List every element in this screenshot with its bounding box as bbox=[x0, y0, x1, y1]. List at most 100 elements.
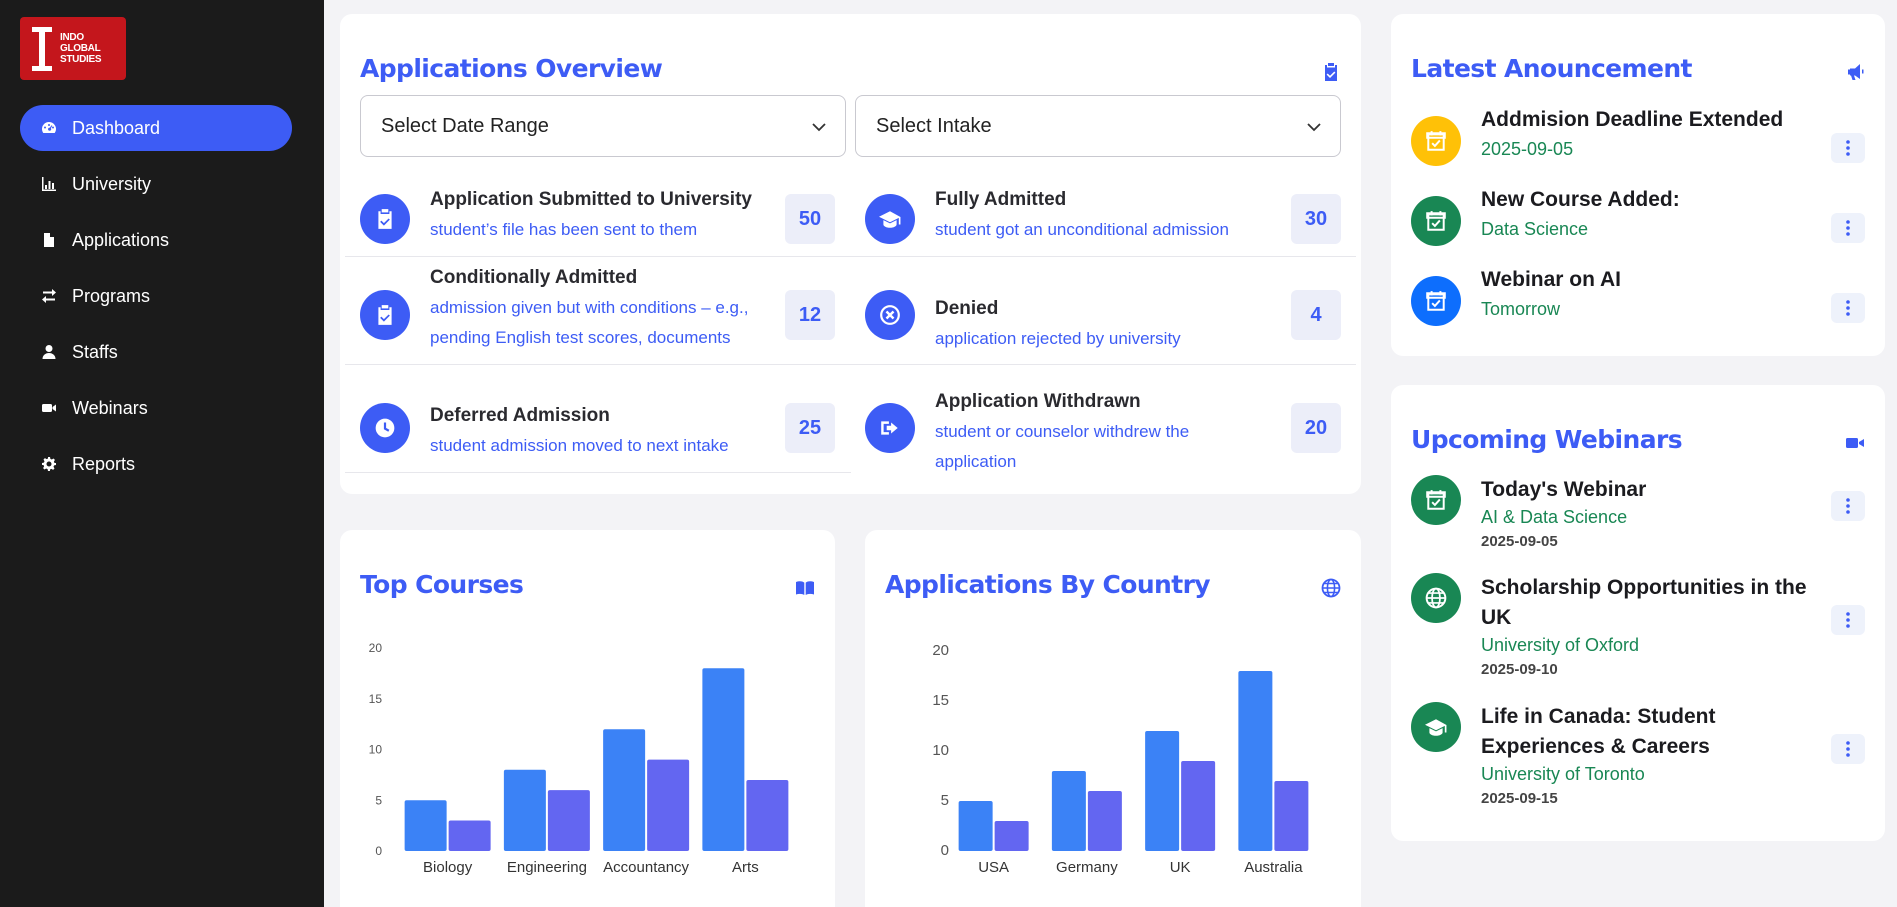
x-tick-label: Accountancy bbox=[603, 859, 689, 876]
divider bbox=[345, 472, 851, 473]
sidebar-item-applications[interactable]: Applications bbox=[20, 217, 292, 263]
x-tick-label: Australia bbox=[1244, 859, 1303, 876]
announcement-item[interactable]: Webinar on AI Tomorrow bbox=[1411, 265, 1865, 331]
y-tick-label: 10 bbox=[932, 742, 949, 759]
stat-desc: admission given but with conditions – e.… bbox=[430, 298, 749, 347]
stat-title: Conditionally Admitted bbox=[430, 267, 638, 288]
sidebar-item-label: University bbox=[72, 173, 152, 194]
sidebar-item-dashboard[interactable]: Dashboard bbox=[20, 105, 292, 151]
bar bbox=[647, 759, 690, 851]
kebab-icon bbox=[1846, 741, 1850, 757]
card-title: Upcoming Webinars bbox=[1411, 425, 1683, 454]
sidebar-item-label: Applications bbox=[72, 229, 170, 250]
video-icon bbox=[40, 399, 58, 417]
stat-count: 20 bbox=[1291, 403, 1341, 453]
webinar-title: Life in Canada: Student Experiences & Ca… bbox=[1481, 705, 1716, 758]
applications-by-country-chart: 0 5 10 15 20 USA Germany UK Australia bbox=[932, 642, 1309, 876]
bar bbox=[1145, 731, 1180, 851]
calendar-check-icon bbox=[1411, 196, 1461, 246]
bar bbox=[1274, 781, 1309, 851]
bar bbox=[746, 779, 789, 851]
announcement-item[interactable]: Addmision Deadline Extended 2025-09-05 bbox=[1411, 105, 1865, 171]
intake-value: Select Intake bbox=[876, 114, 992, 137]
globe-icon bbox=[1411, 573, 1461, 623]
bar-chart-icon bbox=[40, 175, 58, 193]
more-options-button[interactable] bbox=[1831, 293, 1865, 323]
stat-title: Deferred Admission bbox=[430, 405, 610, 426]
webinar-date: 2025-09-10 bbox=[1481, 661, 1558, 678]
x-tick-label: USA bbox=[978, 859, 1009, 876]
stat-submitted[interactable]: Application Submitted to University stud… bbox=[360, 189, 836, 249]
sidebar-item-programs[interactable]: Programs bbox=[20, 273, 292, 319]
more-options-button[interactable] bbox=[1831, 491, 1865, 521]
more-options-button[interactable] bbox=[1831, 605, 1865, 635]
announcement-item[interactable]: New Course Added: Data Science bbox=[1411, 185, 1865, 251]
graduation-cap-icon bbox=[865, 194, 915, 244]
applications-by-country-card: Applications By Country 0 5 10 15 20 USA Germa… bbox=[865, 530, 1361, 907]
date-range-select[interactable]: Select Date Range bbox=[360, 95, 846, 157]
bar bbox=[1238, 671, 1273, 851]
clipboard-check-icon bbox=[360, 194, 410, 244]
bar bbox=[702, 668, 745, 851]
bar bbox=[503, 769, 546, 851]
sidebar-item-staffs[interactable]: Staffs bbox=[20, 329, 292, 375]
card-title: Applications Overview bbox=[360, 54, 663, 83]
webinar-title: Scholarship Opportunities in the UK bbox=[1481, 576, 1807, 629]
bar bbox=[994, 821, 1029, 851]
applications-overview-card: Applications Overview Select Date Range … bbox=[340, 14, 1361, 494]
webinar-item[interactable]: Scholarship Opportunities in the UK Univ… bbox=[1411, 573, 1865, 683]
calendar-check-icon bbox=[1411, 276, 1461, 326]
bar bbox=[1181, 761, 1216, 851]
brand-logo[interactable]: INDO GLOBAL STUDIES bbox=[20, 17, 126, 80]
stat-title: Application Withdrawn bbox=[935, 391, 1141, 412]
video-icon bbox=[1845, 433, 1865, 453]
sidebar-item-webinars[interactable]: Webinars bbox=[20, 385, 292, 431]
sidebar-item-label: Staffs bbox=[72, 341, 118, 362]
y-tick-label: 0 bbox=[375, 844, 382, 858]
chevron-down-icon bbox=[812, 123, 826, 132]
stat-denied[interactable]: Denied application rejected by universit… bbox=[865, 267, 1341, 363]
graduation-cap-icon bbox=[1411, 702, 1461, 752]
kebab-icon bbox=[1846, 612, 1850, 628]
gear-icon bbox=[40, 455, 58, 473]
kebab-icon bbox=[1846, 220, 1850, 236]
clock-icon bbox=[360, 403, 410, 453]
sidebar: INDO GLOBAL STUDIES Dashboard University… bbox=[0, 0, 324, 907]
sign-out-icon bbox=[865, 403, 915, 453]
date-range-value: Select Date Range bbox=[381, 114, 549, 137]
chevron-down-icon bbox=[1307, 123, 1321, 132]
stat-deferred[interactable]: Deferred Admission student admission mov… bbox=[360, 374, 836, 470]
more-options-button[interactable] bbox=[1831, 734, 1865, 764]
exchange-icon bbox=[40, 287, 58, 305]
stat-desc: student got an unconditional admission bbox=[935, 220, 1229, 239]
stat-desc: student’s file has been sent to them bbox=[430, 220, 698, 239]
stat-title: Fully Admitted bbox=[935, 189, 1067, 210]
more-options-button[interactable] bbox=[1831, 213, 1865, 243]
divider bbox=[345, 256, 1356, 257]
sidebar-item-label: Programs bbox=[72, 285, 151, 306]
stat-count: 50 bbox=[785, 194, 835, 244]
x-tick-label: Arts bbox=[732, 859, 759, 876]
stat-fully-admitted[interactable]: Fully Admitted student got an unconditio… bbox=[865, 189, 1341, 249]
sidebar-item-university[interactable]: University bbox=[20, 161, 292, 207]
webinar-item[interactable]: Today's Webinar AI & Data Science 2025-0… bbox=[1411, 475, 1865, 555]
intake-select[interactable]: Select Intake bbox=[855, 95, 1341, 157]
sidebar-item-label: Dashboard bbox=[72, 117, 161, 138]
stat-desc: application rejected by university bbox=[935, 329, 1181, 348]
bar bbox=[1087, 791, 1122, 851]
y-tick-label: 20 bbox=[932, 642, 949, 659]
card-title: Latest Anouncement bbox=[1411, 54, 1692, 83]
gauge-icon bbox=[40, 119, 58, 137]
webinar-date: 2025-09-15 bbox=[1481, 790, 1558, 807]
webinar-title: Today's Webinar bbox=[1481, 478, 1647, 501]
stat-conditionally-admitted[interactable]: Conditionally Admitted admission given b… bbox=[360, 267, 836, 363]
y-tick-label: 15 bbox=[932, 692, 949, 709]
x-tick-label: Engineering bbox=[507, 859, 587, 876]
more-options-button[interactable] bbox=[1831, 133, 1865, 163]
x-tick-label: UK bbox=[1170, 859, 1191, 876]
webinar-item[interactable]: Life in Canada: Student Experiences & Ca… bbox=[1411, 702, 1865, 812]
sidebar-item-reports[interactable]: Reports bbox=[20, 441, 292, 487]
stat-withdrawn[interactable]: Application Withdrawn student or counsel… bbox=[865, 374, 1341, 471]
stat-title: Application Submitted to University bbox=[430, 189, 752, 210]
announcement-title: New Course Added: bbox=[1481, 188, 1680, 211]
